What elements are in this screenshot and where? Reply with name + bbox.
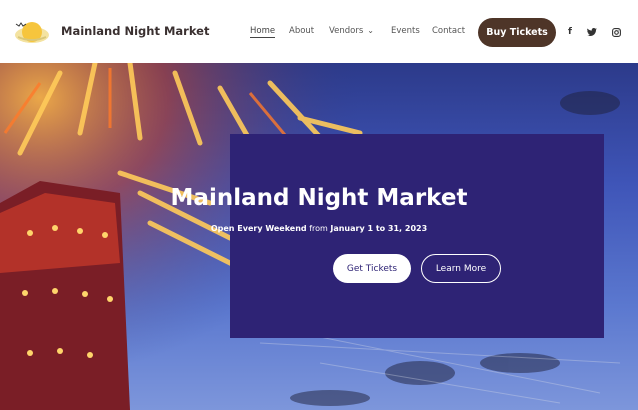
twitter-icon[interactable] (586, 26, 598, 38)
nav-events[interactable]: Events (391, 26, 420, 36)
hero-title: Mainland Night Market (170, 185, 468, 211)
get-tickets-button[interactable]: Get Tickets (333, 254, 411, 283)
hero-card (230, 134, 604, 338)
learn-more-button[interactable]: Learn More (421, 254, 501, 283)
logo-icon[interactable] (12, 17, 52, 47)
nav-home[interactable]: Home (250, 26, 276, 38)
brand-name[interactable]: Mainland Night Market (61, 24, 209, 38)
nav-vendors[interactable]: Vendors ⌄ (329, 26, 374, 36)
hero-subtitle: Open Every Weekend from January 1 to 31,… (0, 224, 638, 233)
subtitle-from: from (306, 224, 331, 233)
chevron-down-icon: ⌄ (367, 26, 374, 35)
instagram-icon[interactable] (610, 26, 622, 38)
nav-contact[interactable]: Contact (432, 26, 465, 36)
nav-vendors-label: Vendors (329, 26, 364, 36)
subtitle-dates: January 1 to 31, 2023 (330, 224, 428, 233)
subtitle-open: Open Every Weekend (210, 224, 307, 233)
site-header: Mainland Night Market Home About Vendors… (0, 0, 638, 63)
buy-tickets-button[interactable]: Buy Tickets (478, 18, 556, 47)
nav-about[interactable]: About (289, 26, 314, 36)
facebook-icon[interactable]: f (564, 26, 576, 38)
